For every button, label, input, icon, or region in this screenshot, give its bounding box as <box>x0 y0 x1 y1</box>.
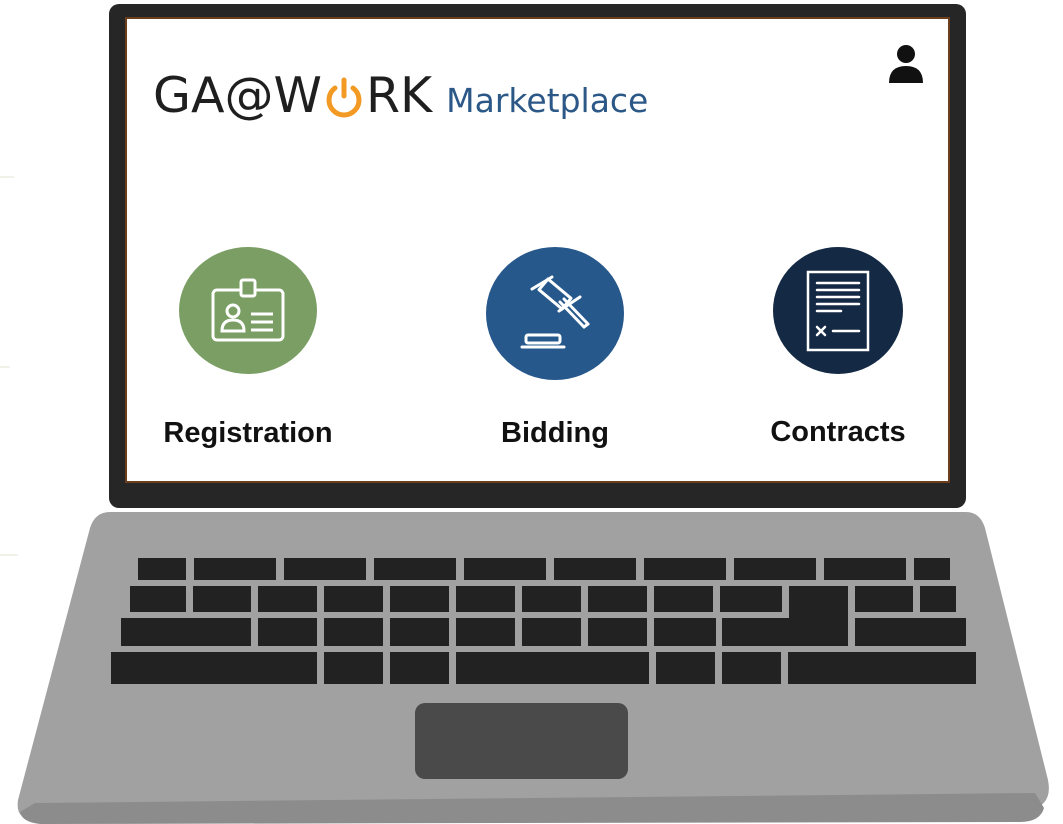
tile-label: Registration <box>163 417 333 449</box>
user-icon <box>889 45 923 83</box>
logo-text-right: RK <box>365 67 433 124</box>
contracts-circle <box>773 247 903 374</box>
screen: GA@W RK Marketplace Registration Bidding… <box>127 19 948 481</box>
id-badge-icon <box>211 278 285 341</box>
logo-text-left: GA@W <box>153 67 322 124</box>
gavel-icon <box>520 275 590 348</box>
tile-label: Bidding <box>501 417 609 449</box>
tile-label: Contracts <box>770 416 906 448</box>
registration-circle <box>179 247 317 374</box>
power-icon <box>326 77 362 117</box>
bidding-circle <box>486 247 624 380</box>
logo-wordmark: GA@W RK <box>153 71 432 120</box>
tile-registration[interactable]: Registration <box>133 247 363 449</box>
tile-bidding[interactable]: Bidding <box>440 247 670 449</box>
tile-contracts[interactable]: Contracts <box>723 247 953 448</box>
marketplace-logo[interactable]: GA@W RK Marketplace <box>153 71 648 120</box>
logo-subtitle: Marketplace <box>446 81 649 120</box>
page: GA@W RK Marketplace Registration Bidding… <box>0 0 1063 824</box>
user-account-button[interactable] <box>885 43 927 85</box>
contract-document-icon <box>806 270 870 351</box>
